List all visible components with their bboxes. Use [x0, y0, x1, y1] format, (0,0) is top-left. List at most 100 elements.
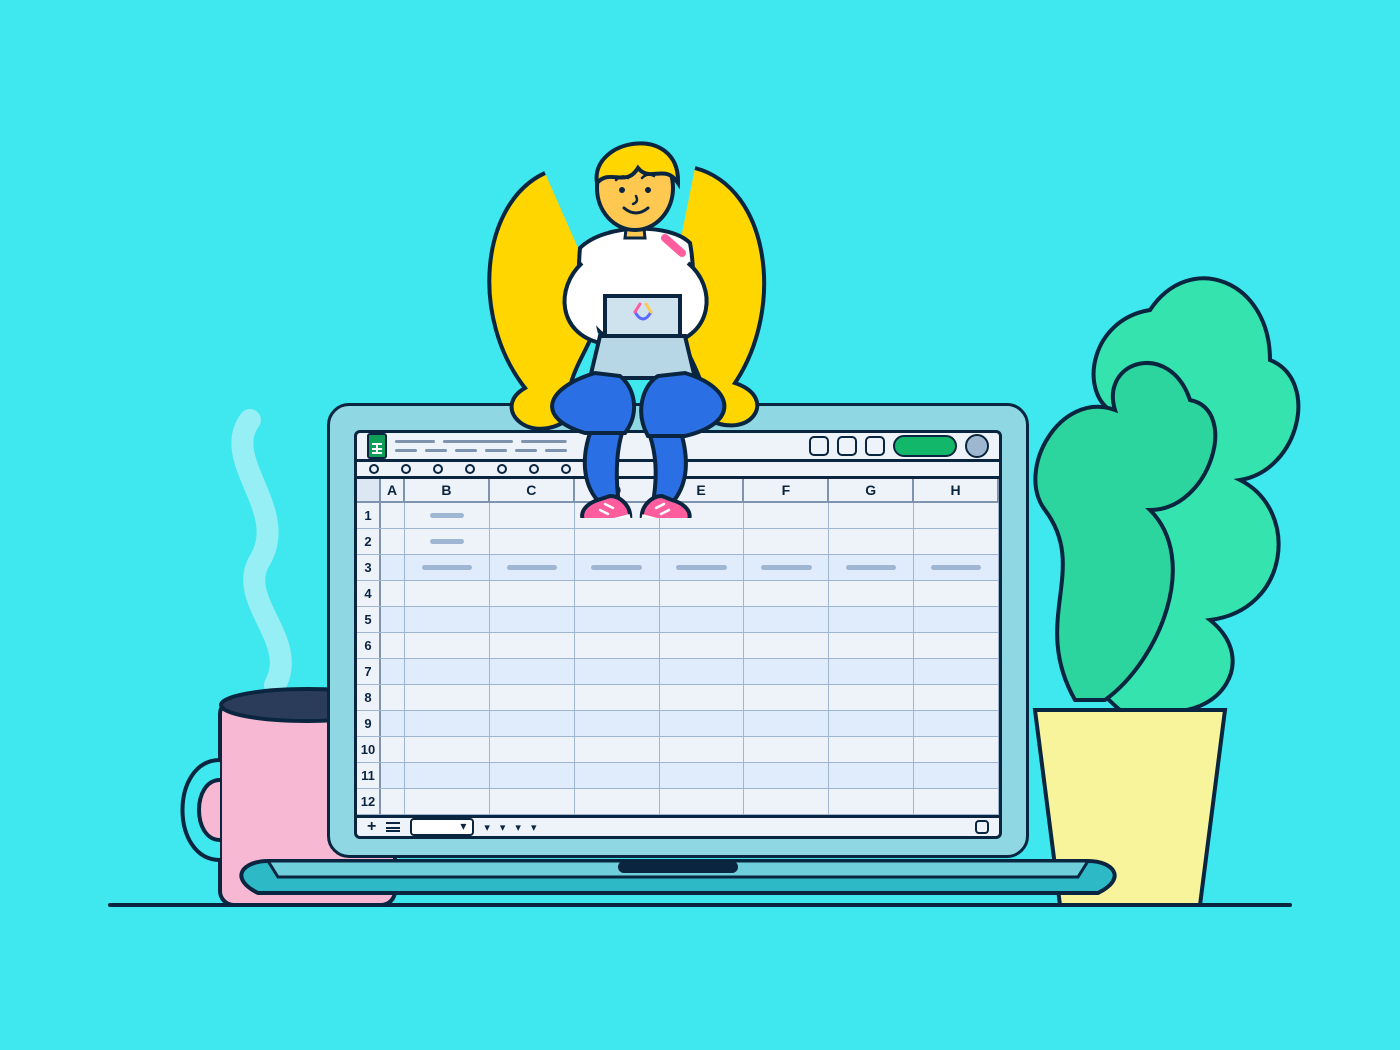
cell[interactable] [575, 789, 660, 814]
cell[interactable] [829, 581, 914, 606]
cell[interactable] [490, 581, 575, 606]
cell[interactable] [744, 555, 829, 580]
spreadsheet-grid[interactable]: A B C D E F G H 123456789101112 [357, 479, 999, 815]
cell[interactable] [829, 711, 914, 736]
toolbar-item[interactable] [401, 464, 411, 474]
col-header[interactable]: A [381, 479, 405, 501]
explore-button[interactable] [975, 820, 989, 834]
toolbar-item[interactable] [433, 464, 443, 474]
row-header[interactable]: 9 [357, 711, 381, 736]
row-header[interactable]: 11 [357, 763, 381, 788]
cell[interactable] [490, 711, 575, 736]
cell[interactable] [660, 659, 745, 684]
cell[interactable] [405, 659, 490, 684]
cell[interactable] [914, 581, 999, 606]
cell[interactable] [914, 659, 999, 684]
cell[interactable] [744, 789, 829, 814]
cell[interactable] [575, 711, 660, 736]
cell[interactable] [381, 555, 405, 580]
cell[interactable] [914, 737, 999, 762]
cell[interactable] [660, 607, 745, 632]
cell[interactable] [381, 763, 405, 788]
cell[interactable] [829, 659, 914, 684]
tab-menu-4[interactable]: ▾ [531, 821, 537, 834]
cell[interactable] [405, 607, 490, 632]
cell[interactable] [490, 607, 575, 632]
cell[interactable] [575, 633, 660, 658]
cell[interactable] [914, 529, 999, 554]
cell[interactable] [660, 789, 745, 814]
cell[interactable] [744, 737, 829, 762]
cell[interactable] [914, 685, 999, 710]
cell[interactable] [914, 711, 999, 736]
cell[interactable] [829, 685, 914, 710]
cell[interactable] [490, 555, 575, 580]
cell[interactable] [829, 789, 914, 814]
row-header[interactable]: 10 [357, 737, 381, 762]
toolbar-item[interactable] [369, 464, 379, 474]
cell[interactable] [490, 763, 575, 788]
cell[interactable] [381, 789, 405, 814]
row-header[interactable]: 4 [357, 581, 381, 606]
cell[interactable] [829, 555, 914, 580]
cell[interactable] [829, 763, 914, 788]
cell[interactable] [575, 737, 660, 762]
row-header[interactable]: 1 [357, 503, 381, 528]
cell[interactable] [660, 737, 745, 762]
cell[interactable] [914, 789, 999, 814]
cell[interactable] [405, 763, 490, 788]
cell[interactable] [381, 607, 405, 632]
cell[interactable] [660, 685, 745, 710]
cell[interactable] [744, 685, 829, 710]
cell[interactable] [490, 789, 575, 814]
cell[interactable] [381, 581, 405, 606]
row-header[interactable]: 2 [357, 529, 381, 554]
cell[interactable] [381, 711, 405, 736]
cell[interactable] [744, 659, 829, 684]
cell[interactable] [829, 529, 914, 554]
row-header[interactable]: 5 [357, 607, 381, 632]
cell[interactable] [490, 529, 575, 554]
cell[interactable] [381, 737, 405, 762]
share-button[interactable] [893, 435, 957, 457]
cell[interactable] [914, 633, 999, 658]
row-header[interactable]: 6 [357, 633, 381, 658]
cell[interactable] [490, 633, 575, 658]
tab-menu-2[interactable]: ▾ [500, 821, 506, 834]
tab-menu-1[interactable]: ▾ [484, 821, 490, 834]
row-header[interactable]: 3 [357, 555, 381, 580]
cell[interactable] [575, 763, 660, 788]
cell[interactable] [744, 633, 829, 658]
col-header[interactable]: H [914, 479, 999, 501]
cell[interactable] [744, 529, 829, 554]
cell[interactable] [744, 607, 829, 632]
cell[interactable] [405, 581, 490, 606]
all-sheets-button[interactable] [386, 822, 400, 832]
row-header[interactable]: 8 [357, 685, 381, 710]
add-sheet-button[interactable]: + [367, 818, 376, 836]
cell[interactable] [660, 581, 745, 606]
cell[interactable] [490, 685, 575, 710]
cell[interactable] [405, 737, 490, 762]
cell[interactable] [744, 711, 829, 736]
cell[interactable] [914, 607, 999, 632]
cell[interactable] [575, 659, 660, 684]
sheet-tab[interactable] [410, 818, 474, 836]
cell[interactable] [490, 659, 575, 684]
cell[interactable] [405, 711, 490, 736]
cell[interactable] [660, 711, 745, 736]
cell[interactable] [829, 633, 914, 658]
cell[interactable] [914, 503, 999, 528]
cell[interactable] [660, 633, 745, 658]
cell[interactable] [575, 529, 660, 554]
cell[interactable] [829, 607, 914, 632]
cell[interactable] [829, 737, 914, 762]
cell[interactable] [575, 607, 660, 632]
cell[interactable] [405, 789, 490, 814]
cell[interactable] [405, 529, 490, 554]
cell[interactable] [744, 763, 829, 788]
row-header[interactable]: 12 [357, 789, 381, 814]
cell[interactable] [914, 763, 999, 788]
cell[interactable] [405, 555, 490, 580]
cell[interactable] [405, 633, 490, 658]
